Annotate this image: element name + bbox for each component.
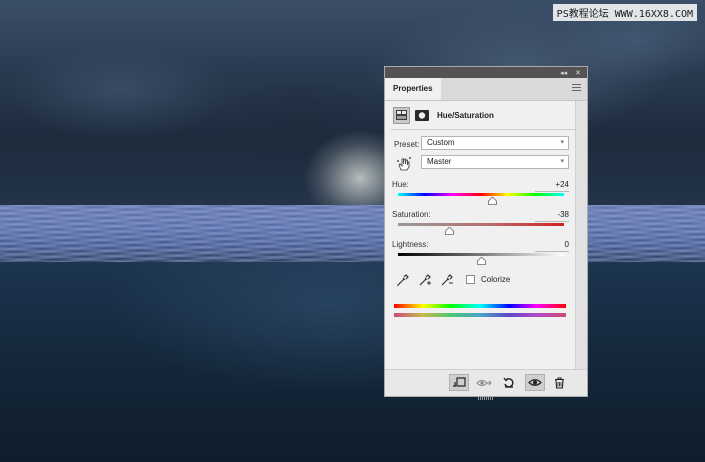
hue-slider-track[interactable] xyxy=(398,193,564,196)
input-spectrum-bar xyxy=(394,304,566,308)
watermark: PS教程论坛 WWW.16XX8.COM xyxy=(552,4,697,21)
hue-label: Hue: xyxy=(392,180,409,189)
preset-label: Preset: xyxy=(394,140,420,149)
panel-title-bar: ◂◂ ✕ xyxy=(385,67,587,78)
preset-dropdown[interactable]: Custom ▾ xyxy=(421,136,569,150)
resize-grip[interactable] xyxy=(478,397,494,400)
close-icon[interactable]: ✕ xyxy=(575,69,581,77)
panel-tab-bar: Properties xyxy=(385,78,587,101)
panel-footer xyxy=(385,369,587,400)
lightness-label: Lightness: xyxy=(392,240,429,249)
channel-dropdown[interactable]: Master ▾ xyxy=(421,155,569,169)
saturation-value-field[interactable]: -38 xyxy=(535,210,569,222)
divider xyxy=(391,129,575,130)
adjustment-title: Hue/Saturation xyxy=(437,110,494,120)
panel-menu-icon[interactable] xyxy=(572,84,581,92)
ocean-surface xyxy=(0,205,705,265)
tab-properties[interactable]: Properties xyxy=(385,78,441,100)
lightness-slider-thumb[interactable] xyxy=(476,256,486,265)
clip-to-layer-icon[interactable] xyxy=(449,374,469,391)
view-previous-state-icon[interactable] xyxy=(474,374,494,391)
chevron-down-icon: ▾ xyxy=(560,158,564,165)
eye-icon[interactable] xyxy=(525,374,545,391)
preset-value: Custom xyxy=(427,138,455,147)
eyedropper-subtract-icon[interactable] xyxy=(440,273,454,287)
underwater-area xyxy=(0,262,705,462)
hue-slider-thumb[interactable] xyxy=(487,196,497,205)
colorize-checkbox[interactable] xyxy=(466,275,475,284)
adjustment-header: Hue/Saturation xyxy=(393,105,583,125)
trash-icon[interactable] xyxy=(549,374,569,391)
on-image-adjustment-hand-icon[interactable] xyxy=(396,157,412,171)
properties-panel: ◂◂ ✕ Properties Hue/Saturation Preset: C… xyxy=(384,66,588,400)
document-canvas xyxy=(0,0,705,462)
output-spectrum-bar xyxy=(394,313,566,317)
channel-value: Master xyxy=(427,157,452,166)
hue-saturation-adjustment-icon[interactable] xyxy=(393,106,410,124)
chevron-down-icon: ▾ xyxy=(560,139,564,146)
saturation-label: Saturation: xyxy=(392,210,431,219)
hue-value-field[interactable]: +24 xyxy=(535,180,569,192)
eyedropper-icon[interactable] xyxy=(396,273,410,287)
collapse-icon[interactable]: ◂◂ xyxy=(560,69,567,77)
saturation-slider-track[interactable] xyxy=(398,223,564,226)
lightness-value-field[interactable]: 0 xyxy=(535,240,569,252)
eyedropper-group xyxy=(396,273,454,287)
saturation-slider-thumb[interactable] xyxy=(445,226,454,235)
colorize-option[interactable]: Colorize xyxy=(466,275,510,284)
reset-icon[interactable] xyxy=(499,374,519,391)
layer-mask-icon[interactable] xyxy=(414,108,429,123)
eyedropper-add-icon[interactable] xyxy=(418,273,432,287)
colorize-label: Colorize xyxy=(481,275,511,284)
lightness-slider-track[interactable] xyxy=(398,253,564,256)
panel-scrollbar[interactable] xyxy=(575,101,587,371)
stormy-sky xyxy=(0,0,705,215)
